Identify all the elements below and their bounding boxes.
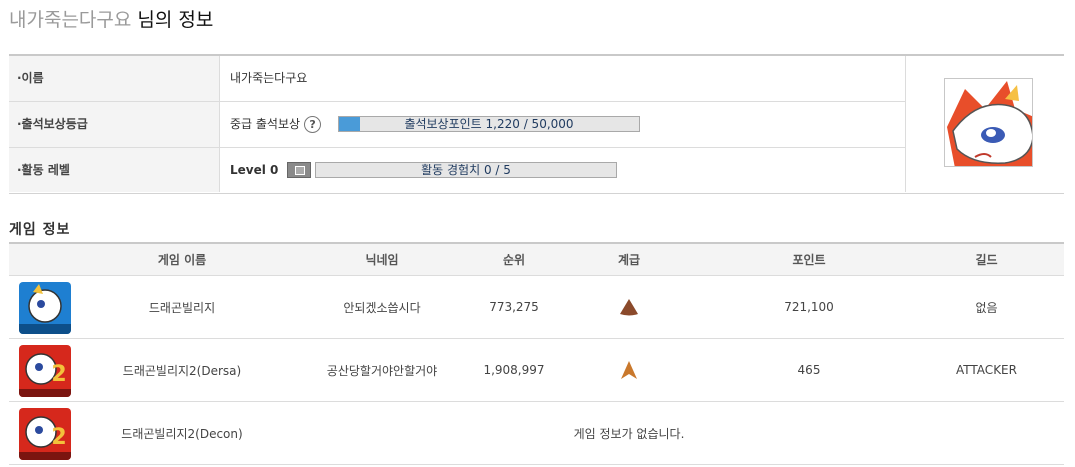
title-suffix: 님의 정보 <box>137 9 214 31</box>
rank-triangle-icon <box>569 276 689 338</box>
game-info-title: 게임 정보 <box>9 222 71 238</box>
page-title: 내가죽는다구요 님의 정보 <box>9 6 213 34</box>
table-row: 드래곤빌리지 안되겠소씁시다 773,275 721,100 없음 <box>9 276 1064 339</box>
user-nickname: 내가죽는다구요 <box>9 9 132 31</box>
attendance-grade-cell: 중급 출석보상? <box>230 102 322 147</box>
attendance-progress-bar: 출석보상포인트 1,220 / 50,000 <box>338 116 640 132</box>
game-name: 드래곤빌리지 <box>148 300 216 315</box>
column-header: 길드 <box>975 253 998 267</box>
svg-text:2: 2 <box>51 362 66 387</box>
dragon-village-icon[interactable] <box>19 282 71 334</box>
game-point: 721,100 <box>784 300 834 314</box>
attendance-label: ·출석보상등급 <box>9 102 220 147</box>
activity-level: Level 0 <box>230 163 279 177</box>
avatar-cell <box>905 56 1065 192</box>
profile-table: ·이름 내가죽는다구요 ·출석보상등급 중급 출석보상? 출석보상포인트 1,2… <box>9 54 1064 194</box>
activity-label: ·활동 레벨 <box>9 148 220 192</box>
dragon-village-2-icon[interactable]: 2 <box>19 345 71 397</box>
profile-row-name: ·이름 내가죽는다구요 <box>9 56 905 102</box>
game-info-table: 게임 이름 닉네임 순위 계급 포인트 길드 드래곤빌리지 안되겠소씁시다 77… <box>9 242 1064 465</box>
game-name: 드래곤빌리지2(Dersa) <box>122 363 242 378</box>
profile-row-activity: ·활동 레벨 Level 0 활동 경험치 0 / 5 <box>9 148 905 192</box>
dragon-village-2-icon[interactable]: 2 <box>19 408 71 460</box>
level-badge-icon <box>287 162 311 178</box>
activity-progress-text: 활동 경험치 0 / 5 <box>421 163 511 177</box>
game-rank: 1,908,997 <box>483 363 545 377</box>
table-row: 2 드래곤빌리지2(Dersa) 공산당할거야안할거야 1,908,997 46… <box>9 339 1064 402</box>
dragon-avatar-icon <box>947 81 1032 166</box>
help-icon[interactable]: ? <box>304 116 322 133</box>
column-header: 순위 <box>502 253 526 267</box>
name-value: 내가죽는다구요 <box>230 71 308 85</box>
svg-text:2: 2 <box>51 425 66 450</box>
avatar <box>944 78 1033 167</box>
attendance-progress-text: 출석보상포인트 1,220 / 50,000 <box>404 117 574 131</box>
activity-progress-bar: 활동 경험치 0 / 5 <box>315 162 617 178</box>
profile-row-attendance: ·출석보상등급 중급 출석보상? 출석보상포인트 1,220 / 50,000 <box>9 102 905 148</box>
column-header: 게임 이름 <box>157 253 207 267</box>
game-point: 465 <box>797 363 821 377</box>
attendance-grade: 중급 출석보상 <box>230 117 301 131</box>
game-name: 드래곤빌리지2(Decon) <box>121 426 243 441</box>
no-data-message: 게임 정보가 없습니다. <box>573 426 685 441</box>
table-header: 게임 이름 닉네임 순위 계급 포인트 길드 <box>9 244 1064 276</box>
rank-arrow-icon <box>569 339 689 401</box>
name-label: ·이름 <box>9 56 220 101</box>
table-row: 2 드래곤빌리지2(Decon) 게임 정보가 없습니다. <box>9 402 1064 465</box>
column-header: 계급 <box>617 253 641 267</box>
game-rank: 773,275 <box>489 300 539 314</box>
column-header: 포인트 <box>792 253 826 267</box>
game-guild: ATTACKER <box>956 363 1017 377</box>
game-guild: 없음 <box>975 300 998 315</box>
